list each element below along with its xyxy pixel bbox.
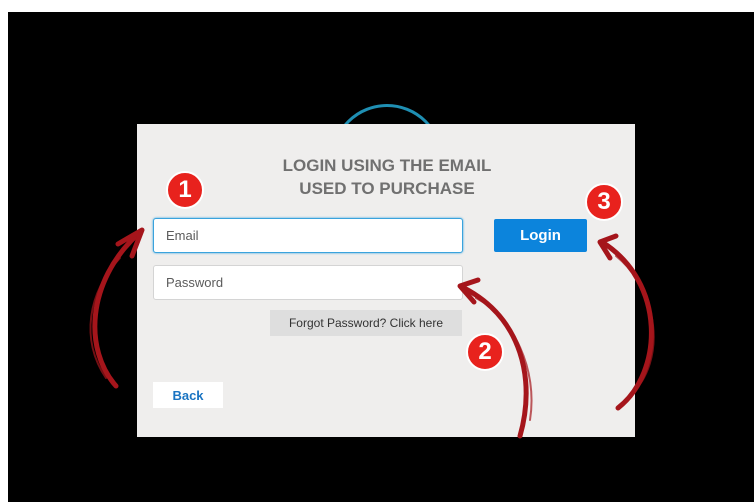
- title-line-2: USED TO PURCHASE: [299, 179, 475, 198]
- title-line-1: LOGIN USING THE EMAIL: [282, 156, 492, 175]
- email-input[interactable]: [153, 218, 463, 253]
- dialog-title: LOGIN USING THE EMAIL USED TO PURCHASE: [217, 154, 557, 200]
- password-input[interactable]: [153, 265, 463, 300]
- step-2-badge: 2: [466, 333, 504, 371]
- forgot-password-button[interactable]: Forgot Password? Click here: [270, 310, 462, 336]
- login-dialog: LOGIN USING THE EMAIL USED TO PURCHASE L…: [137, 124, 635, 437]
- login-button[interactable]: Login: [494, 219, 587, 252]
- step-1-badge: 1: [166, 171, 204, 209]
- back-button[interactable]: Back: [153, 382, 223, 408]
- step-3-badge: 3: [585, 183, 623, 221]
